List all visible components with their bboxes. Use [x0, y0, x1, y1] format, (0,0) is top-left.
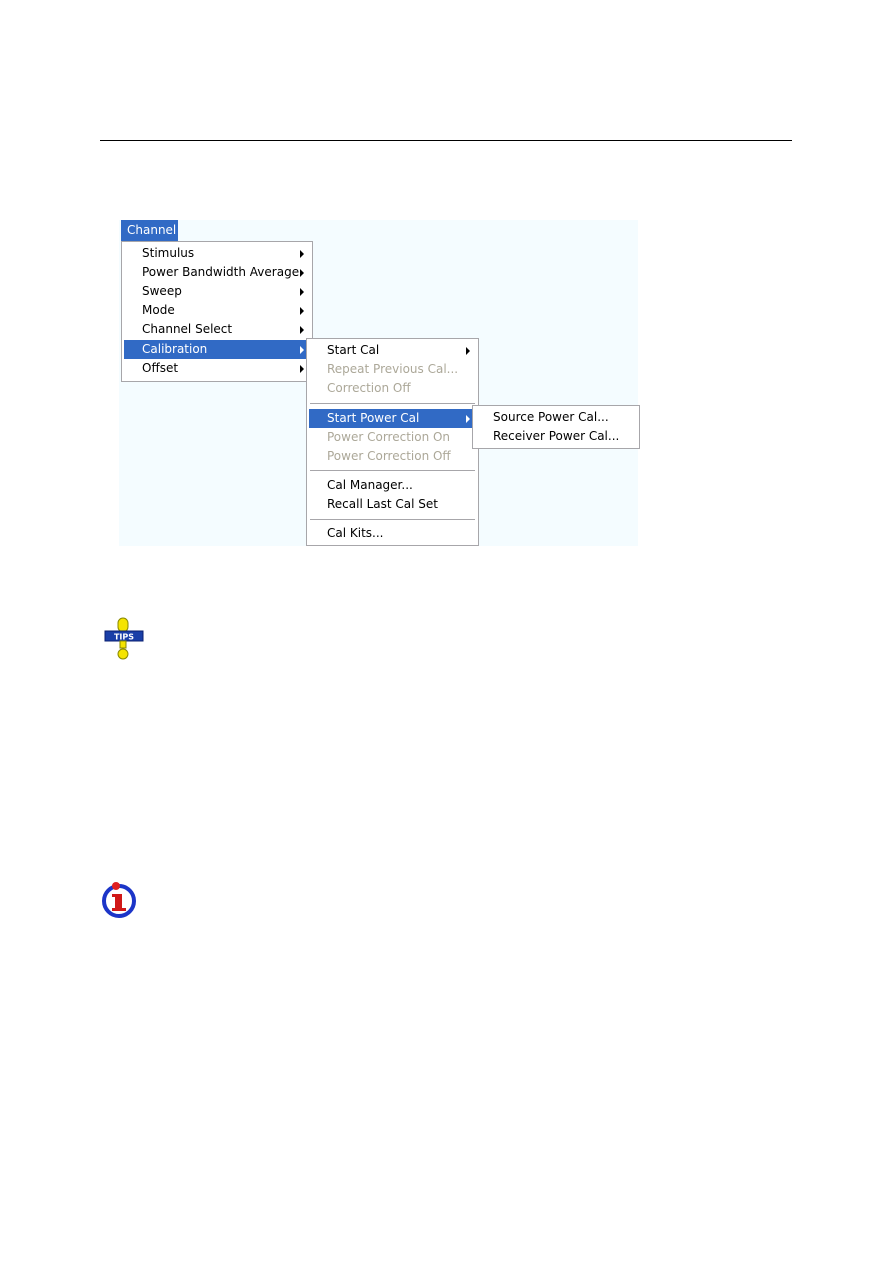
menu-item-label: Source Power Cal...	[493, 410, 609, 424]
tips-icon: TIPS	[104, 617, 144, 660]
submenu-arrow-icon	[300, 307, 304, 315]
menu-separator	[310, 519, 475, 520]
menu-item-label: Cal Kits...	[327, 526, 384, 540]
menu-item-calibration[interactable]: Calibration	[124, 340, 310, 359]
submenu-arrow-icon	[466, 347, 470, 355]
menu-item-recall-last-cal-set[interactable]: Recall Last Cal Set	[309, 495, 476, 514]
submenu-arrow-icon	[300, 250, 304, 258]
menu-item-sweep[interactable]: Sweep	[124, 282, 310, 301]
menu-item-label: Stimulus	[142, 246, 195, 260]
tips-icon-text: TIPS	[114, 633, 134, 642]
submenu-arrow-icon	[300, 288, 304, 296]
menu-item-label: Power Bandwidth Average	[142, 265, 300, 279]
menu-item-label: Start Cal	[327, 343, 380, 357]
submenu-arrow-icon	[466, 415, 470, 423]
menu-item-label: Cal Manager...	[327, 478, 413, 492]
menu-item-label: Start Power Cal	[327, 411, 420, 425]
menu-item-mode[interactable]: Mode	[124, 301, 310, 320]
menu-item-label: Receiver Power Cal...	[493, 429, 620, 443]
menu-item-channel-select[interactable]: Channel Select	[124, 320, 310, 339]
menu-item-receiver-power-cal[interactable]: Receiver Power Cal...	[475, 427, 637, 446]
menu-item-offset[interactable]: Offset	[124, 359, 310, 378]
submenu-arrow-icon	[300, 365, 304, 373]
submenu-arrow-icon	[300, 326, 304, 334]
power-cal-submenu: Source Power Cal... Receiver Power Cal..…	[472, 405, 640, 449]
menu-item-power-bandwidth-average[interactable]: Power Bandwidth Average	[124, 263, 310, 282]
menu-item-label: Power Correction On	[327, 430, 451, 444]
menu-item-start-power-cal[interactable]: Start Power Cal	[309, 409, 476, 428]
menu-item-label: Repeat Previous Cal...	[327, 362, 459, 376]
menu-item-start-cal[interactable]: Start Cal	[309, 341, 476, 360]
menu-item-label: Recall Last Cal Set	[327, 497, 439, 511]
menu-item-cal-manager[interactable]: Cal Manager...	[309, 476, 476, 495]
channel-menu: Stimulus Power Bandwidth Average Sweep M…	[121, 241, 313, 382]
menu-item-power-correction-off: Power Correction Off	[309, 447, 476, 466]
menu-separator	[310, 403, 475, 404]
menubar-channel[interactable]: Channel	[121, 220, 178, 241]
menu-item-label: Power Correction Off	[327, 449, 451, 463]
menu-item-label: Sweep	[142, 284, 182, 298]
menu-item-label: Correction Off	[327, 381, 411, 395]
menu-item-label: Mode	[142, 303, 175, 317]
menu-item-label: Calibration	[142, 342, 208, 356]
calibration-submenu: Start Cal Repeat Previous Cal... Correct…	[306, 338, 479, 546]
menu-item-source-power-cal[interactable]: Source Power Cal...	[475, 408, 637, 427]
header-rule	[100, 140, 792, 141]
submenu-arrow-icon	[300, 346, 304, 354]
menu-item-label: Offset	[142, 361, 179, 375]
menu-item-power-correction-on: Power Correction On	[309, 428, 476, 447]
menu-item-label: Channel Select	[142, 322, 233, 336]
menu-item-cal-kits[interactable]: Cal Kits...	[309, 524, 476, 543]
menu-item-correction-off: Correction Off	[309, 379, 476, 398]
menu-separator	[310, 470, 475, 471]
submenu-arrow-icon	[300, 269, 304, 277]
menu-item-stimulus[interactable]: Stimulus	[124, 244, 310, 263]
info-icon	[102, 882, 136, 918]
menu-item-repeat-previous-cal: Repeat Previous Cal...	[309, 360, 476, 379]
